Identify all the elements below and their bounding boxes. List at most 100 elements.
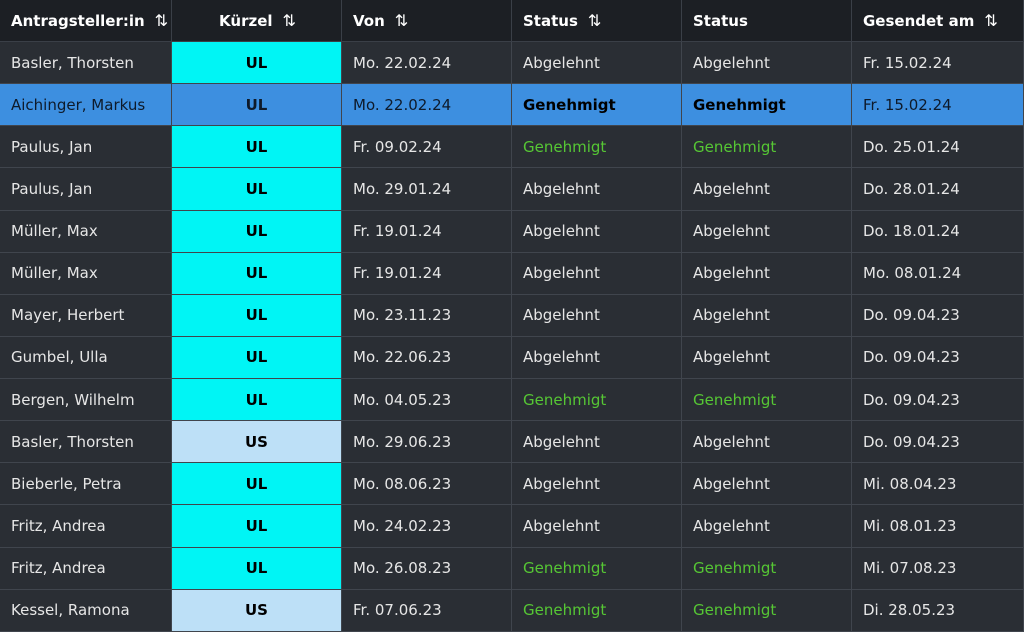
cell-status[interactable]: Abgelehnt [512,463,682,506]
cell-von[interactable]: Fr. 09.02.24 [342,126,512,169]
cell-applicant[interactable]: Paulus, Jan [0,126,172,169]
cell-kuerzel[interactable]: UL [172,547,342,590]
cell-applicant[interactable]: Fritz, Andrea [0,505,172,548]
cell-status[interactable]: Abgelehnt [512,168,682,211]
cell-gesendet-am[interactable]: Mi. 08.01.23 [852,505,1024,548]
cell-von[interactable]: Mo. 08.06.23 [342,463,512,506]
cell-von[interactable]: Mo. 22.02.24 [342,84,512,127]
cell-von[interactable]: Mo. 24.02.23 [342,505,512,548]
cell-status[interactable]: Abgelehnt [512,252,682,295]
requests-table: Antragsteller:in ⇅ Kürzel ⇅ Von ⇅ Status ⇅ Statu… [0,0,1024,632]
cell-applicant[interactable]: Gumbel, Ulla [0,336,172,379]
cell-status-2[interactable]: Abgelehnt [682,252,852,295]
cell-status[interactable]: Genehmigt [512,126,682,169]
cell-status[interactable]: Abgelehnt [512,421,682,464]
cell-status-2[interactable]: Genehmigt [682,126,852,169]
cell-status-2[interactable]: Genehmigt [682,379,852,422]
cell-status-2[interactable]: Abgelehnt [682,421,852,464]
cell-kuerzel[interactable]: US [172,421,342,464]
cell-von[interactable]: Mo. 22.02.24 [342,42,512,85]
cell-gesendet-am[interactable]: Di. 28.05.23 [852,589,1024,632]
cell-kuerzel[interactable]: UL [172,463,342,506]
cell-status[interactable]: Abgelehnt [512,505,682,548]
cell-kuerzel[interactable]: UL [172,294,342,337]
sort-arrows-icon[interactable]: ⇅ [155,11,168,30]
cell-applicant[interactable]: Basler, Thorsten [0,42,172,85]
cell-status-2[interactable]: Abgelehnt [682,42,852,85]
cell-von[interactable]: Fr. 19.01.24 [342,210,512,253]
cell-status[interactable]: Abgelehnt [512,42,682,85]
cell-gesendet-am[interactable]: Do. 09.04.23 [852,336,1024,379]
sort-arrows-icon[interactable]: ⇅ [283,11,296,30]
cell-gesendet-am[interactable]: Mo. 08.01.24 [852,252,1024,295]
cell-status-2[interactable]: Genehmigt [682,547,852,590]
cell-gesendet-am[interactable]: Do. 18.01.24 [852,210,1024,253]
cell-kuerzel[interactable]: UL [172,252,342,295]
cell-applicant[interactable]: Fritz, Andrea [0,547,172,590]
cell-kuerzel[interactable]: UL [172,126,342,169]
cell-gesendet-am[interactable]: Do. 09.04.23 [852,294,1024,337]
cell-status-2[interactable]: Abgelehnt [682,336,852,379]
sort-arrows-icon[interactable]: ⇅ [984,11,997,30]
cell-applicant[interactable]: Aichinger, Markus [0,84,172,127]
column-header-label: Status [693,11,748,30]
cell-applicant[interactable]: Mayer, Herbert [0,294,172,337]
cell-applicant[interactable]: Paulus, Jan [0,168,172,211]
cell-gesendet-am[interactable]: Do. 09.04.23 [852,421,1024,464]
cell-von[interactable]: Fr. 07.06.23 [342,589,512,632]
cell-von[interactable]: Mo. 26.08.23 [342,547,512,590]
cell-status-2[interactable]: Abgelehnt [682,463,852,506]
cell-applicant[interactable]: Müller, Max [0,252,172,295]
sort-arrows-icon[interactable]: ⇅ [588,11,601,30]
cell-applicant[interactable]: Kessel, Ramona [0,589,172,632]
cell-applicant[interactable]: Müller, Max [0,210,172,253]
cell-kuerzel[interactable]: UL [172,84,342,127]
cell-status-2[interactable]: Genehmigt [682,84,852,127]
cell-status[interactable]: Abgelehnt [512,336,682,379]
column-header-label: Status [523,11,578,30]
cell-kuerzel[interactable]: UL [172,505,342,548]
cell-kuerzel[interactable]: UL [172,42,342,85]
cell-von[interactable]: Fr. 19.01.24 [342,252,512,295]
cell-gesendet-am[interactable]: Mi. 08.04.23 [852,463,1024,506]
cell-kuerzel[interactable]: UL [172,210,342,253]
cell-status[interactable]: Genehmigt [512,589,682,632]
column-header-label: Gesendet am [863,11,975,30]
column-header-label: Kürzel [219,11,273,30]
column-header-kuerzel[interactable]: Kürzel ⇅ [172,0,342,42]
cell-gesendet-am[interactable]: Fr. 15.02.24 [852,84,1024,127]
cell-von[interactable]: Mo. 29.01.24 [342,168,512,211]
cell-status-2[interactable]: Abgelehnt [682,168,852,211]
cell-applicant[interactable]: Basler, Thorsten [0,421,172,464]
cell-gesendet-am[interactable]: Do. 28.01.24 [852,168,1024,211]
cell-gesendet-am[interactable]: Do. 09.04.23 [852,379,1024,422]
cell-status[interactable]: Genehmigt [512,379,682,422]
cell-von[interactable]: Mo. 23.11.23 [342,294,512,337]
cell-gesendet-am[interactable]: Fr. 15.02.24 [852,42,1024,85]
column-header-von[interactable]: Von ⇅ [342,0,512,42]
cell-status-2[interactable]: Abgelehnt [682,294,852,337]
cell-kuerzel[interactable]: UL [172,336,342,379]
cell-applicant[interactable]: Bieberle, Petra [0,463,172,506]
cell-gesendet-am[interactable]: Mi. 07.08.23 [852,547,1024,590]
sort-arrows-icon[interactable]: ⇅ [395,11,408,30]
cell-status-2[interactable]: Abgelehnt [682,505,852,548]
cell-von[interactable]: Mo. 29.06.23 [342,421,512,464]
cell-status-2[interactable]: Abgelehnt [682,210,852,253]
cell-kuerzel[interactable]: UL [172,168,342,211]
column-header-status-2[interactable]: Status [682,0,852,42]
cell-status-2[interactable]: Genehmigt [682,589,852,632]
cell-kuerzel[interactable]: UL [172,379,342,422]
cell-status[interactable]: Abgelehnt [512,210,682,253]
cell-status[interactable]: Abgelehnt [512,294,682,337]
cell-kuerzel[interactable]: US [172,589,342,632]
column-header-gesendet-am[interactable]: Gesendet am ⇅ [852,0,1024,42]
cell-status[interactable]: Genehmigt [512,84,682,127]
column-header-applicant[interactable]: Antragsteller:in ⇅ [0,0,172,42]
cell-von[interactable]: Mo. 04.05.23 [342,379,512,422]
column-header-status[interactable]: Status ⇅ [512,0,682,42]
cell-applicant[interactable]: Bergen, Wilhelm [0,379,172,422]
cell-status[interactable]: Genehmigt [512,547,682,590]
cell-gesendet-am[interactable]: Do. 25.01.24 [852,126,1024,169]
cell-von[interactable]: Mo. 22.06.23 [342,336,512,379]
